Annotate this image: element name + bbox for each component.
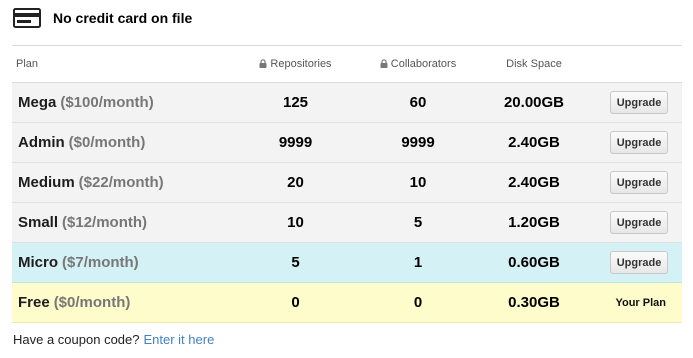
- plan-row-admin: Admin ($0/month) 9999 9999 2.40GB Upgrade: [12, 123, 682, 163]
- header-collaborators-label: Collaborators: [390, 58, 457, 70]
- plans-table: Plan Repositories Collaborators Disk Spa…: [12, 45, 682, 323]
- plan-row-small: Small ($12/month) 10 5 1.20GB Upgrade: [12, 203, 682, 243]
- plan-price: ($12/month): [62, 213, 148, 231]
- plan-collaborators: 1: [413, 254, 423, 271]
- upgrade-button-mega[interactable]: Upgrade: [610, 91, 668, 114]
- upgrade-button-admin[interactable]: Upgrade: [610, 131, 668, 154]
- enter-coupon-link[interactable]: Enter it here: [143, 332, 214, 347]
- plan-repositories: 5: [291, 254, 300, 271]
- plan-name: Free: [18, 293, 50, 311]
- plan-price: ($22/month): [78, 173, 164, 191]
- coupon-prompt: Have a coupon code? Enter it here: [13, 332, 214, 347]
- plan-price: ($0/month): [53, 293, 131, 311]
- upgrade-button-micro[interactable]: Upgrade: [610, 251, 668, 274]
- lock-icon: [380, 59, 388, 68]
- plans-table-header: Plan Repositories Collaborators Disk Spa…: [12, 46, 682, 83]
- plan-row-micro: Micro ($7/month) 5 1 0.60GB Upgrade: [12, 243, 682, 283]
- plan-row-medium: Medium ($22/month) 20 10 2.40GB Upgrade: [12, 163, 682, 203]
- header-plan: Plan: [16, 58, 39, 70]
- plan-repositories: 10: [287, 214, 304, 231]
- plan-name: Small: [18, 213, 59, 231]
- plan-disk-space: 1.20GB: [508, 214, 560, 231]
- plan-row-mega: Mega ($100/month) 125 60 20.00GB Upgrade: [12, 83, 682, 123]
- your-plan-label: Your Plan: [615, 296, 666, 309]
- plan-name: Mega: [18, 93, 57, 111]
- credit-card-status-text: No credit card on file: [53, 10, 193, 26]
- lock-icon: [259, 59, 267, 68]
- plan-collaborators: 0: [413, 294, 423, 311]
- plan-repositories: 125: [282, 94, 309, 111]
- coupon-prompt-text: Have a coupon code?: [13, 332, 140, 347]
- header-collaborators: Collaborators: [357, 58, 479, 70]
- credit-card-icon: [13, 8, 41, 28]
- plan-disk-space: 0.60GB: [508, 254, 560, 271]
- plan-disk-space: 2.40GB: [508, 134, 560, 151]
- upgrade-button-small[interactable]: Upgrade: [610, 211, 668, 234]
- plan-price: ($0/month): [68, 133, 146, 151]
- credit-card-status: No credit card on file: [13, 5, 192, 31]
- plan-collaborators: 10: [409, 174, 427, 191]
- plan-row-free: Free ($0/month) 0 0 0.30GB Your Plan: [12, 283, 682, 323]
- plan-disk-space: 0.30GB: [508, 294, 560, 311]
- plan-repositories: 20: [287, 174, 304, 191]
- plan-price: ($7/month): [62, 253, 139, 271]
- header-disk-space: Disk Space: [506, 58, 562, 70]
- plan-collaborators: 5: [413, 214, 423, 231]
- plan-name: Admin: [18, 133, 65, 151]
- plan-repositories: 9999: [278, 134, 313, 151]
- plan-name: Medium: [18, 173, 75, 191]
- header-repositories: Repositories: [234, 58, 357, 70]
- plan-disk-space: 2.40GB: [508, 174, 560, 191]
- plan-collaborators: 9999: [401, 134, 435, 151]
- upgrade-button-medium[interactable]: Upgrade: [610, 171, 668, 194]
- header-repositories-label: Repositories: [270, 58, 332, 70]
- plan-collaborators: 60: [409, 94, 427, 111]
- plan-disk-space: 20.00GB: [503, 94, 565, 111]
- plan-repositories: 0: [291, 294, 300, 311]
- plan-name: Micro: [18, 253, 59, 271]
- plan-price: ($100/month): [60, 93, 154, 111]
